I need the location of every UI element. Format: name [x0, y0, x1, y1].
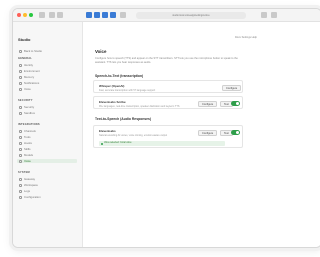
enable-toggle[interactable]: [231, 130, 240, 135]
sidebar-section-title: INTEGRATIONS: [18, 123, 40, 126]
channel-icon: [19, 129, 22, 133]
sidebar-item-voice[interactable]: Voice: [17, 159, 77, 163]
sidebar-item-sandbox[interactable]: Sandbox: [19, 111, 35, 115]
card-subtitle: 99+ languages, real-time transcription, …: [99, 105, 180, 108]
microphone-icon: [19, 159, 22, 163]
whisper-card: Whisper (OpenAI) Fast, accurate transcri…: [93, 80, 243, 93]
configure-button[interactable]: Configure: [198, 129, 218, 136]
stt-section-title: Speech-to-Text (transcription): [95, 74, 144, 78]
gateway-icon: [19, 177, 22, 181]
sidebar-item-workspace[interactable]: Workspace: [19, 183, 38, 187]
sidebar-item-voice-general[interactable]: Voice: [19, 87, 31, 91]
close-window-icon[interactable]: [17, 13, 21, 17]
gear-icon: [19, 195, 22, 199]
elevenlabs-stt-card: ElevenLabs Scribe 99+ languages, real-ti…: [93, 96, 243, 109]
user-icon: [19, 63, 22, 67]
new-tab-icon[interactable]: [271, 12, 277, 18]
sidebar-item-tools[interactable]: Tools: [19, 135, 31, 139]
status-banner: Voice selected: Coral voice: [99, 141, 225, 146]
sidebar-section-title: GENERAL: [18, 57, 33, 60]
sidebar-toggle-icon[interactable]: [39, 12, 45, 18]
sidebar-item-skills[interactable]: Skills: [19, 147, 31, 151]
extension-icon[interactable]: [94, 12, 100, 18]
cube-icon: [19, 153, 22, 157]
folder-icon: [19, 183, 22, 187]
sidebar-section-title: SECURITY: [18, 99, 33, 102]
elevenlabs-tts-card: ElevenLabs Natural-sounding AI voices, v…: [93, 125, 243, 148]
sidebar-item-environment[interactable]: Environment: [19, 69, 40, 73]
sidebar-item-identity[interactable]: Identity: [19, 63, 33, 67]
sidebar-item-hooks[interactable]: Hooks: [19, 141, 32, 145]
share-icon[interactable]: [261, 12, 267, 18]
card-subtitle: Fast, accurate transcription with 57 lan…: [99, 89, 156, 92]
extension-icon[interactable]: [102, 12, 108, 18]
browser-titlebar: studio.local.voiceapp/settings/voice: [13, 9, 320, 22]
sidebar-item-security[interactable]: Security: [19, 105, 34, 109]
main-content: Docs Settings Help Voice Configure how t…: [83, 22, 320, 247]
shield-icon[interactable]: [120, 12, 126, 18]
enable-toggle[interactable]: [231, 101, 240, 106]
page-description: Configure how to speech (TTS) and appear…: [95, 57, 238, 64]
configure-button[interactable]: Configure: [198, 100, 218, 107]
sidebar-item-gateway[interactable]: Gateway: [19, 177, 35, 181]
log-icon: [19, 189, 22, 193]
check-icon: [100, 142, 103, 145]
minimize-window-icon[interactable]: [23, 13, 27, 17]
forward-icon[interactable]: [57, 12, 63, 18]
microphone-icon: [19, 87, 22, 91]
bell-icon: [19, 81, 22, 85]
sidebar-item-configuration[interactable]: Configuration: [19, 195, 41, 199]
tts-section-title: Text-to-Speech (Audio Responses): [95, 117, 152, 121]
sidebar: Studio Back to Studio GENERAL Identity E…: [13, 22, 83, 247]
maximize-window-icon[interactable]: [29, 13, 33, 17]
sidebar-item-logs[interactable]: Logs: [19, 189, 30, 193]
card-subtitle: Natural-sounding AI voices, voice clonin…: [99, 134, 168, 137]
card-title: ElevenLabs: [99, 129, 116, 133]
extension-icon[interactable]: [110, 12, 116, 18]
wrench-icon: [19, 135, 22, 139]
address-bar[interactable]: studio.local.voiceapp/settings/voice: [136, 12, 246, 19]
header-links[interactable]: Docs Settings Help: [235, 36, 257, 39]
shield-icon: [19, 105, 22, 109]
back-icon[interactable]: [49, 12, 55, 18]
memory-icon: [19, 75, 22, 79]
extension-icon[interactable]: [86, 12, 92, 18]
sidebar-item-memory[interactable]: Memory: [19, 75, 34, 79]
sidebar-section-title: SYSTEM: [18, 171, 30, 174]
star-icon: [19, 147, 22, 151]
app-window: studio.local.voiceapp/settings/voice Stu…: [12, 8, 320, 248]
sidebar-item-notifications[interactable]: Notifications: [19, 81, 39, 85]
sidebar-item-models[interactable]: Models: [19, 153, 33, 157]
page-title: Voice: [95, 49, 107, 54]
environment-icon: [19, 69, 22, 73]
hook-icon: [19, 141, 22, 145]
card-title: ElevenLabs Scribe: [99, 100, 126, 104]
brand-title[interactable]: Studio: [18, 37, 30, 42]
sidebar-back-link[interactable]: Back to Studio: [19, 49, 42, 53]
card-title: Whisper (OpenAI): [99, 84, 125, 88]
configure-button[interactable]: Configure: [222, 84, 242, 91]
back-arrow-icon: [19, 49, 22, 53]
sandbox-icon: [19, 111, 22, 115]
sidebar-item-channels[interactable]: Channels: [19, 129, 36, 133]
